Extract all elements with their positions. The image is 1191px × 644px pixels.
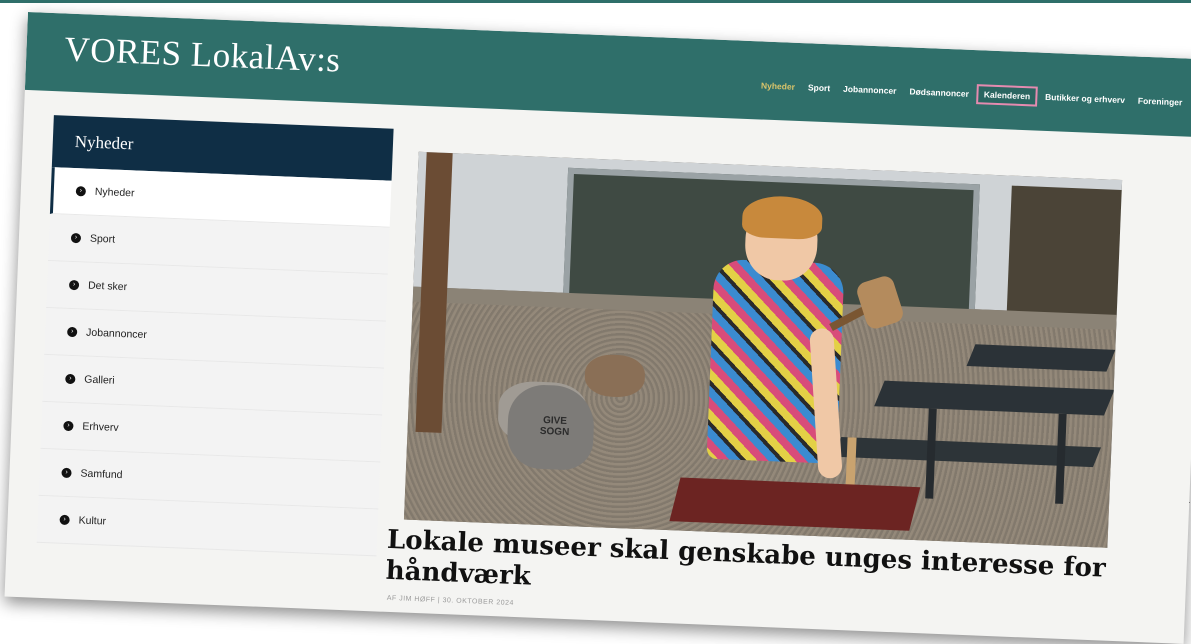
article-hero-image[interactable]: GIVE SOGN — [403, 151, 1123, 548]
article-byline: AF JIM HØFF | 30. OKTOBER 2024 — [386, 594, 514, 607]
site-header: VORES LokalAv:s Nyheder Sport Jobannonce… — [24, 12, 1191, 138]
chevron-right-icon: › — [66, 326, 78, 338]
chevron-right-icon: › — [68, 279, 80, 291]
site-logo[interactable]: VORES LokalAv:s — [64, 30, 341, 81]
nav-item-dodsannoncer[interactable]: Dødsannoncer — [904, 83, 974, 102]
sidebar-item-label: Det sker — [87, 279, 128, 294]
sidebar-item-label: Nyheder — [94, 185, 135, 200]
sidebar-item-label: Erhverv — [82, 420, 119, 434]
nav-item-sport[interactable]: Sport — [803, 79, 836, 96]
chevron-right-icon: › — [65, 373, 76, 385]
nav-item-foreninger[interactable]: Foreninger — [1133, 92, 1188, 110]
sidebar: Nyheder › Nyheder › Sport › Det sker › J… — [36, 115, 394, 557]
nav-item-butikker[interactable]: Butikker og erhverv — [1040, 89, 1130, 109]
rock-engraving: GIVE SOGN — [539, 415, 570, 439]
image-stone — [584, 353, 646, 399]
website-screenshot: VORES LokalAv:s Nyheder Sport Jobannonce… — [4, 12, 1191, 644]
chevron-right-icon: › — [70, 232, 82, 244]
sidebar-item-label: Sport — [89, 232, 116, 246]
sidebar-item-label: Kultur — [78, 514, 107, 528]
image-window — [1006, 185, 1122, 330]
sidebar-item-label: Jobannoncer — [85, 326, 148, 342]
chevron-right-icon: › — [61, 467, 72, 479]
main-nav: Nyheder Sport Jobannoncer Dødsannoncer K… — [753, 75, 1188, 112]
top-rule — [0, 0, 1191, 3]
nav-item-nyheder[interactable]: Nyheder — [756, 77, 801, 95]
sidebar-item-label: Samfund — [80, 467, 123, 482]
chevron-right-icon: › — [75, 186, 87, 197]
nav-item-kalenderen[interactable]: Kalenderen — [976, 84, 1038, 107]
nav-item-jobannoncer[interactable]: Jobannoncer — [838, 81, 902, 100]
sidebar-item-label: Galleri — [84, 373, 115, 387]
chevron-right-icon: › — [63, 420, 74, 432]
chevron-right-icon: › — [59, 514, 70, 526]
